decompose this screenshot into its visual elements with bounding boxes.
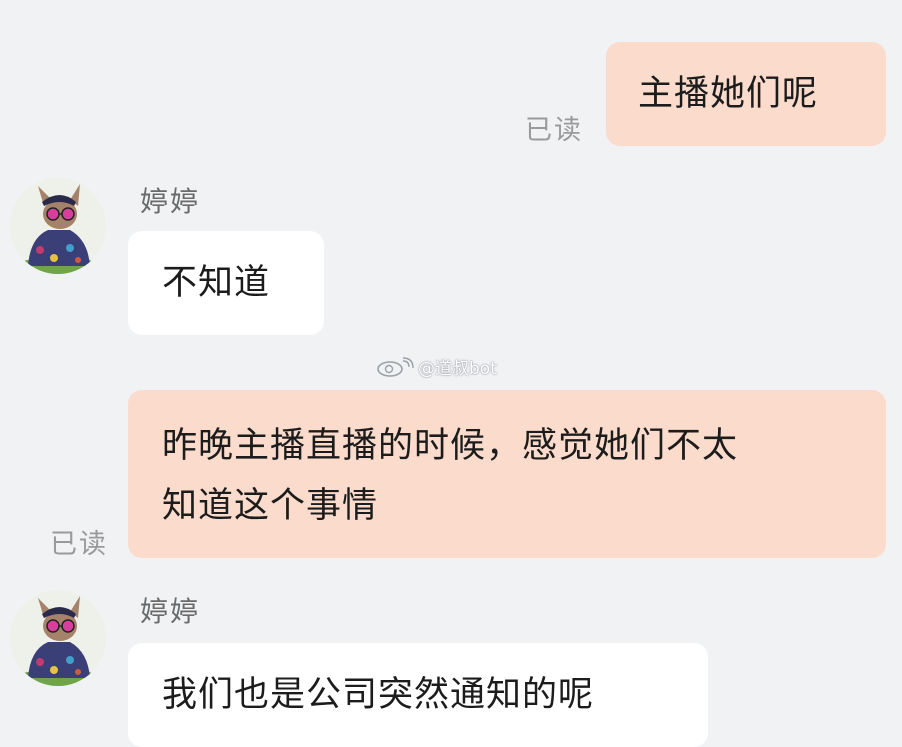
sender-name: 婷婷	[140, 185, 201, 218]
outgoing-message-bubble[interactable]: 昨晚主播直播的时候，感觉她们不太 知道这个事情	[128, 390, 886, 558]
cat-avatar-icon	[10, 178, 106, 274]
outgoing-message-bubble[interactable]: 主播她们呢	[606, 42, 886, 146]
cat-avatar-icon	[10, 590, 106, 686]
avatar[interactable]	[10, 178, 106, 274]
watermark-text: @道叔bot	[418, 359, 497, 379]
message-text: 主播她们呢	[638, 74, 819, 114]
avatar[interactable]	[10, 590, 106, 686]
watermark: @道叔bot	[376, 354, 497, 379]
incoming-message-bubble[interactable]: 不知道	[128, 231, 324, 335]
message-text-line: 昨晚主播直播的时候，感觉她们不太	[162, 426, 739, 466]
read-status: 已读	[525, 115, 583, 146]
message-text-line: 知道这个事情	[162, 486, 379, 526]
weibo-logo-icon	[377, 356, 414, 377]
message-text: 不知道	[162, 263, 271, 303]
read-status: 已读	[50, 529, 108, 560]
sender-name: 婷婷	[140, 595, 201, 628]
incoming-message-bubble[interactable]: 我们也是公司突然通知的呢	[128, 643, 708, 747]
message-text: 我们也是公司突然通知的呢	[162, 675, 595, 715]
